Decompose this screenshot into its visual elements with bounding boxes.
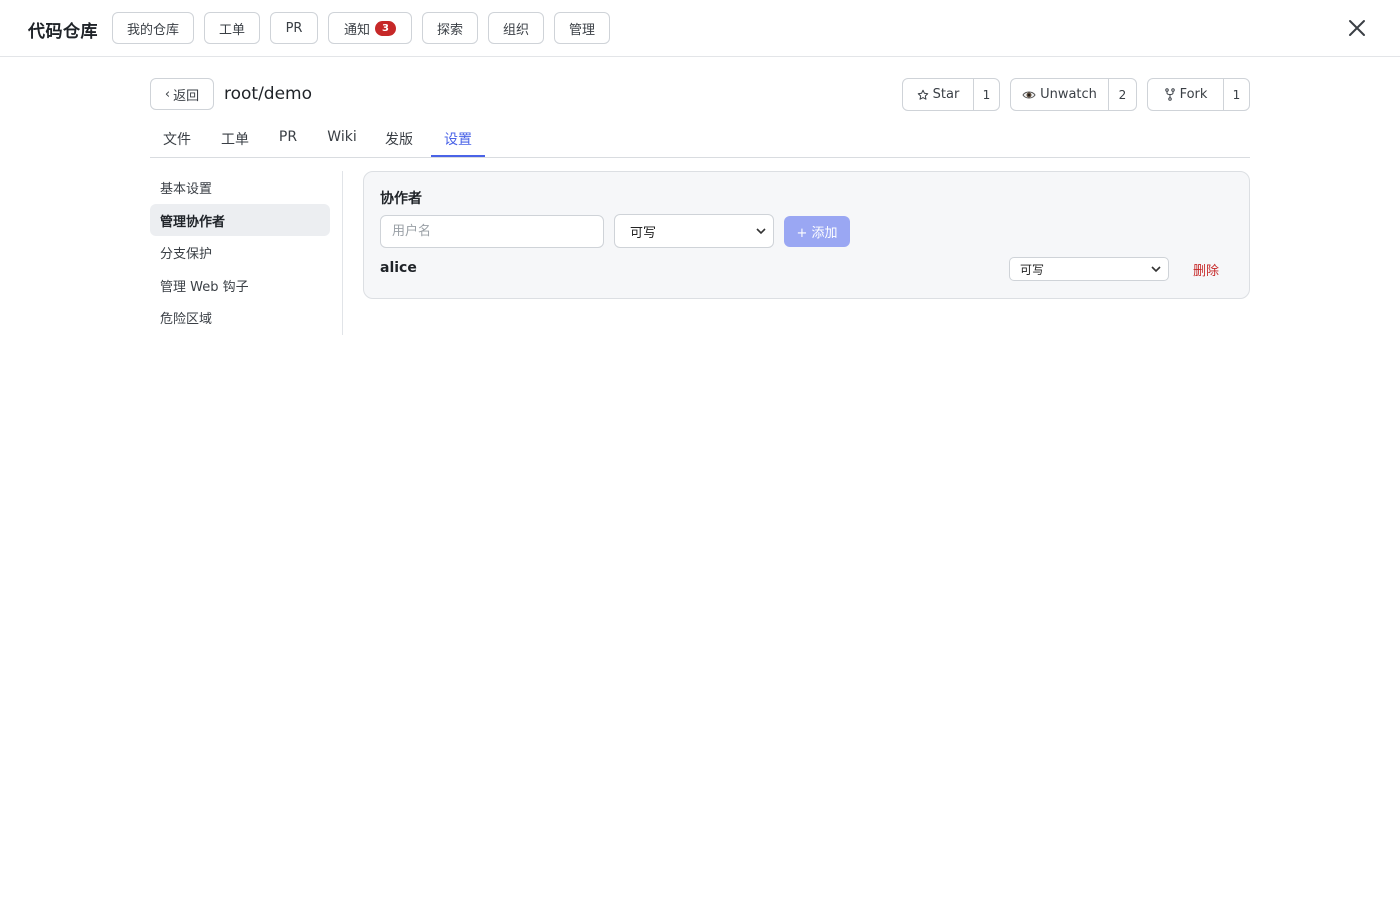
tab-settings[interactable]: 设置	[431, 124, 485, 157]
star-button[interactable]: Star	[903, 79, 974, 110]
app-brand[interactable]: 代码仓库	[28, 17, 98, 42]
collaborator-name: alice	[380, 260, 417, 276]
panel-title: 协作者	[380, 191, 422, 207]
sidebar-item-label: 管理协作者	[160, 214, 226, 230]
collaborator-permission-select[interactable]: 可写	[1009, 257, 1169, 281]
fork-count[interactable]: 1	[1224, 79, 1249, 110]
star-button-group: Star 1	[902, 78, 1000, 111]
watch-count[interactable]: 2	[1109, 79, 1136, 110]
close-icon[interactable]	[1346, 17, 1368, 39]
permission-select-value: 可写	[630, 225, 657, 241]
tab-label: 设置	[444, 132, 472, 148]
nav-pr-button[interactable]: PR	[270, 12, 318, 44]
tab-files[interactable]: 文件	[150, 124, 204, 157]
sidebar-item-label: 基本设置	[160, 181, 213, 197]
repo-tabs: 文件 工单 PR Wiki 发版 设置	[150, 124, 1250, 158]
nav-label: 通知	[344, 22, 371, 38]
nav-label: 我的仓库	[126, 22, 179, 38]
username-input[interactable]	[380, 215, 604, 248]
permission-select[interactable]: 可写	[614, 214, 774, 248]
sidebar-item-collaborators[interactable]: 管理协作者	[150, 204, 330, 236]
nav-organizations-button[interactable]: 组织	[488, 12, 544, 44]
fork-button[interactable]: Fork	[1148, 79, 1224, 110]
chevron-left-icon: ‹	[164, 86, 171, 102]
nav-label: 探索	[436, 22, 463, 38]
collaborators-panel: 协作者 可写 + 添加 alice 可写 删除	[363, 171, 1250, 299]
repo-title: root/demo	[224, 84, 313, 104]
nav-label: 工单	[218, 22, 245, 38]
chevron-down-icon	[1151, 266, 1161, 273]
tab-label: Wiki	[327, 129, 357, 145]
eye-icon	[1022, 91, 1036, 98]
sidebar-item-webhooks[interactable]: 管理 Web 钩子	[150, 269, 330, 301]
tab-releases[interactable]: 发版	[372, 124, 426, 157]
fork-label: Fork	[1179, 87, 1208, 102]
star-count[interactable]: 1	[974, 79, 999, 110]
star-label: Star	[932, 87, 960, 102]
sidebar-item-basic-settings[interactable]: 基本设置	[150, 171, 330, 203]
sidebar-item-label: 管理 Web 钩子	[160, 279, 249, 295]
unwatch-button[interactable]: Unwatch	[1011, 79, 1109, 110]
tab-label: 文件	[163, 132, 191, 148]
back-button[interactable]: ‹ 返回	[150, 78, 214, 110]
nav-label: 管理	[568, 22, 595, 38]
tab-issues[interactable]: 工单	[208, 124, 262, 157]
fork-button-group: Fork 1	[1147, 78, 1250, 111]
notification-count-badge: 3	[375, 20, 396, 36]
collaborator-permission-value: 可写	[1020, 262, 1045, 277]
tab-label: PR	[278, 129, 298, 145]
tab-pr[interactable]: PR	[266, 124, 310, 157]
nav-explore-button[interactable]: 探索	[422, 12, 478, 44]
fork-icon	[1164, 88, 1175, 101]
tab-label: 工单	[221, 132, 249, 148]
tab-label: 发版	[385, 132, 413, 148]
sidebar-item-branch-protection[interactable]: 分支保护	[150, 236, 330, 268]
tab-wiki[interactable]: Wiki	[316, 124, 368, 157]
add-collaborator-button[interactable]: + 添加	[784, 216, 850, 247]
sidebar-item-danger-zone[interactable]: 危险区域	[150, 301, 330, 333]
nav-notifications-button[interactable]: 通知 3	[328, 12, 412, 44]
nav-issues-button[interactable]: 工单	[204, 12, 260, 44]
back-label: 返回	[173, 88, 200, 104]
top-navigation-bar: 代码仓库 我的仓库 工单 PR 通知 3 探索 组织 管理	[0, 0, 1400, 57]
sidebar-item-label: 危险区域	[160, 311, 213, 327]
delete-collaborator-link[interactable]: 删除	[1193, 260, 1219, 279]
settings-sidebar: 基本设置 管理协作者 分支保护 管理 Web 钩子 危险区域	[150, 171, 343, 335]
watch-button-group: Unwatch 2	[1010, 78, 1137, 111]
nav-my-repos-button[interactable]: 我的仓库	[112, 12, 194, 44]
chevron-down-icon	[756, 228, 766, 235]
nav-admin-button[interactable]: 管理	[554, 12, 610, 44]
nav-label: 组织	[502, 22, 529, 38]
watch-label: Unwatch	[1040, 87, 1097, 102]
star-icon	[917, 89, 928, 100]
sidebar-item-label: 分支保护	[160, 246, 213, 262]
add-button-label: + 添加	[796, 226, 838, 241]
nav-label: PR	[285, 20, 303, 36]
